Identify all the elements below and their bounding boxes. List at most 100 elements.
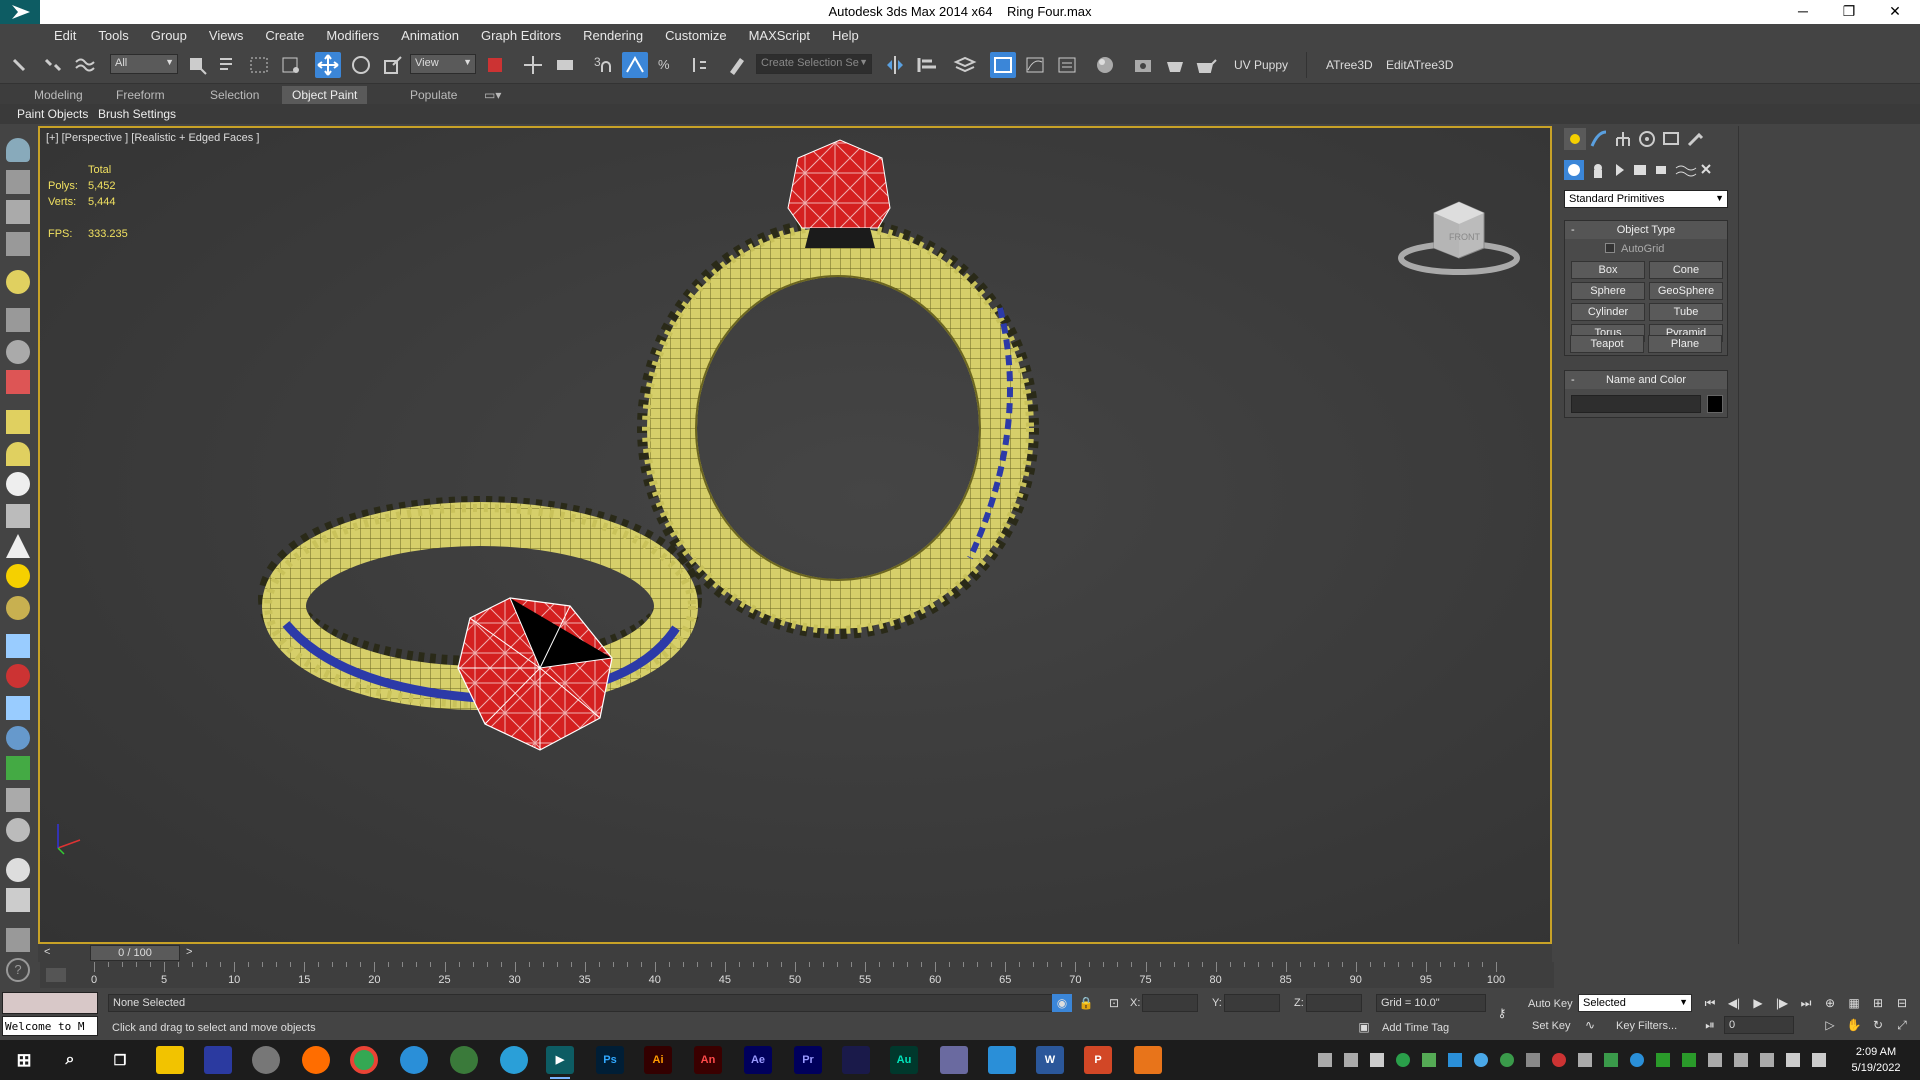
maps-app-icon[interactable] xyxy=(500,1046,528,1074)
cameras-icon[interactable] xyxy=(1634,165,1646,175)
menu-rendering[interactable]: Rendering xyxy=(583,28,643,43)
previous-frame-icon[interactable]: ◀| xyxy=(1724,994,1744,1012)
maxscript-listener-mini[interactable] xyxy=(2,992,98,1014)
material-editor-icon[interactable] xyxy=(1092,52,1118,78)
add-time-tag[interactable]: Add Time Tag xyxy=(1382,1022,1449,1034)
play-icon[interactable]: ▶ xyxy=(1748,994,1768,1012)
collapse-icon[interactable]: - xyxy=(1571,371,1575,389)
pan-view-icon[interactable]: ✋ xyxy=(1844,1016,1864,1034)
tray-wifi-icon[interactable] xyxy=(1578,1053,1592,1067)
tube-button[interactable]: Tube xyxy=(1649,303,1723,321)
time-slider[interactable]: 0 / 100 xyxy=(90,945,180,961)
zoom-all-icon[interactable]: ▦ xyxy=(1844,994,1864,1012)
tray-32-icon[interactable] xyxy=(1682,1053,1696,1067)
keyboard-shortcut-override-icon[interactable] xyxy=(552,52,578,78)
spacewarps-icon[interactable] xyxy=(1675,165,1697,177)
isolate-selection-icon[interactable]: ◉ xyxy=(1052,994,1072,1012)
restore-button[interactable]: ❐ xyxy=(1826,0,1872,24)
modify-tab-icon[interactable] xyxy=(1588,128,1610,150)
viewcube[interactable]: FRONT xyxy=(1389,188,1529,281)
lb-cone-icon[interactable] xyxy=(6,534,30,558)
go-to-start-icon[interactable]: ⏮ xyxy=(1700,994,1720,1012)
utilities-tab-icon[interactable] xyxy=(1684,128,1706,150)
lb-particles-icon[interactable] xyxy=(6,634,30,658)
tray-battery2-icon[interactable] xyxy=(1760,1053,1774,1067)
spinner-snap-icon[interactable] xyxy=(686,52,712,78)
create-tab-icon[interactable] xyxy=(1564,128,1586,150)
rectangular-selection-icon[interactable] xyxy=(246,52,272,78)
lb-table-icon[interactable] xyxy=(6,888,30,912)
geometry-icon[interactable] xyxy=(1564,160,1584,180)
taskbar-clock[interactable]: 2:09 AM 5/19/2022 xyxy=(1836,1044,1916,1076)
key-mode-toggle-icon[interactable]: ⏯ xyxy=(1700,1016,1720,1034)
menu-views[interactable]: Views xyxy=(209,28,243,43)
lb-plant-icon[interactable] xyxy=(6,756,30,780)
reference-coordinate-dropdown[interactable]: View ▼ xyxy=(410,54,476,74)
z-coordinate-input[interactable] xyxy=(1306,994,1362,1012)
percent-snap-icon[interactable]: % xyxy=(654,52,680,78)
y-coordinate-input[interactable] xyxy=(1224,994,1280,1012)
lb-sphere-icon[interactable] xyxy=(6,472,30,496)
mini-curve-editor-icon[interactable] xyxy=(46,968,66,982)
tab-freeform[interactable]: Freeform xyxy=(106,86,175,104)
task-view-icon[interactable]: ❐ xyxy=(106,1046,134,1074)
tray-globe-icon[interactable] xyxy=(1630,1053,1644,1067)
rendered-frame-window-icon[interactable] xyxy=(1162,52,1188,78)
collapse-icon[interactable]: - xyxy=(1571,221,1575,239)
tab-selection[interactable]: Selection xyxy=(200,86,269,104)
lb-script-icon[interactable] xyxy=(6,928,30,952)
volume-icon[interactable] xyxy=(1786,1053,1800,1067)
absolute-mode-icon[interactable]: ⊡ xyxy=(1104,994,1124,1012)
search-icon[interactable]: ⌕ xyxy=(56,1046,84,1074)
next-frame-icon[interactable]: |▶ xyxy=(1772,994,1792,1012)
unlink-icon[interactable] xyxy=(40,52,66,78)
lb-light-icon[interactable] xyxy=(6,270,30,294)
edit-named-selection-icon[interactable] xyxy=(724,52,750,78)
tray-eject-icon[interactable] xyxy=(1734,1053,1748,1067)
angle-snap-icon[interactable] xyxy=(622,52,648,78)
word-icon[interactable]: W xyxy=(1036,1046,1064,1074)
menu-animation[interactable]: Animation xyxy=(401,28,459,43)
motion-tab-icon[interactable] xyxy=(1636,128,1658,150)
lb-document-icon[interactable] xyxy=(6,200,30,224)
gem-lying[interactable] xyxy=(457,597,613,751)
key-icon[interactable]: ⚷ xyxy=(1488,1004,1516,1022)
lock-selection-icon[interactable]: 🔒 xyxy=(1076,994,1096,1012)
checkbox-icon[interactable] xyxy=(1605,243,1615,253)
object-color-swatch[interactable] xyxy=(1707,395,1723,413)
align-icon[interactable] xyxy=(914,52,940,78)
editatree3d-plugin[interactable]: EditATree3D xyxy=(1386,58,1453,72)
menu-group[interactable]: Group xyxy=(151,28,187,43)
autogrid-checkbox[interactable]: AutoGrid xyxy=(1605,243,1664,255)
geosphere-button[interactable]: GeoSphere xyxy=(1649,282,1723,300)
lb-shell-icon[interactable] xyxy=(6,818,30,842)
select-and-move-icon[interactable] xyxy=(315,52,341,78)
tray-green-icon[interactable] xyxy=(1604,1053,1618,1067)
lb-material-icon[interactable] xyxy=(6,596,30,620)
orbit-icon[interactable]: ↻ xyxy=(1868,1016,1888,1034)
set-key-button[interactable]: Set Key xyxy=(1532,1020,1571,1032)
key-curve-icon[interactable]: ∿ xyxy=(1580,1016,1600,1034)
menu-help[interactable]: Help xyxy=(832,28,859,43)
audition-icon[interactable]: Au xyxy=(890,1046,918,1074)
language-icon[interactable] xyxy=(1812,1053,1826,1067)
premiere-icon[interactable]: Pr xyxy=(794,1046,822,1074)
lb-dynamics-icon[interactable] xyxy=(6,664,30,688)
cylinder-button[interactable]: Cylinder xyxy=(1571,303,1645,321)
select-and-rotate-icon[interactable] xyxy=(348,52,374,78)
lights-icon[interactable] xyxy=(1616,164,1624,176)
window-crossing-icon[interactable] xyxy=(278,52,304,78)
curve-editor-icon[interactable] xyxy=(1022,52,1048,78)
photoshop-icon[interactable]: Ps xyxy=(596,1046,624,1074)
menu-modifiers[interactable]: Modifiers xyxy=(326,28,379,43)
time-prev-icon[interactable]: < xyxy=(44,946,50,958)
lb-teapot-icon[interactable] xyxy=(6,138,30,162)
menu-graph-editors[interactable]: Graph Editors xyxy=(481,28,561,43)
lb-hemisphere-icon[interactable] xyxy=(6,442,30,466)
viewcube-face-label[interactable]: FRONT xyxy=(1449,232,1480,242)
manipulate-icon[interactable] xyxy=(520,52,546,78)
track-bar[interactable]: 0 5 10 15 20 25 30 35 40 45 50 55 60 65 70 75 80 85 90 95 10… xyxy=(40,962,1554,988)
tray-battery-icon[interactable] xyxy=(1422,1053,1436,1067)
name-and-color-header[interactable]: - Name and Color xyxy=(1565,371,1727,389)
windows-start-icon[interactable]: ⊞ xyxy=(10,1046,38,1074)
